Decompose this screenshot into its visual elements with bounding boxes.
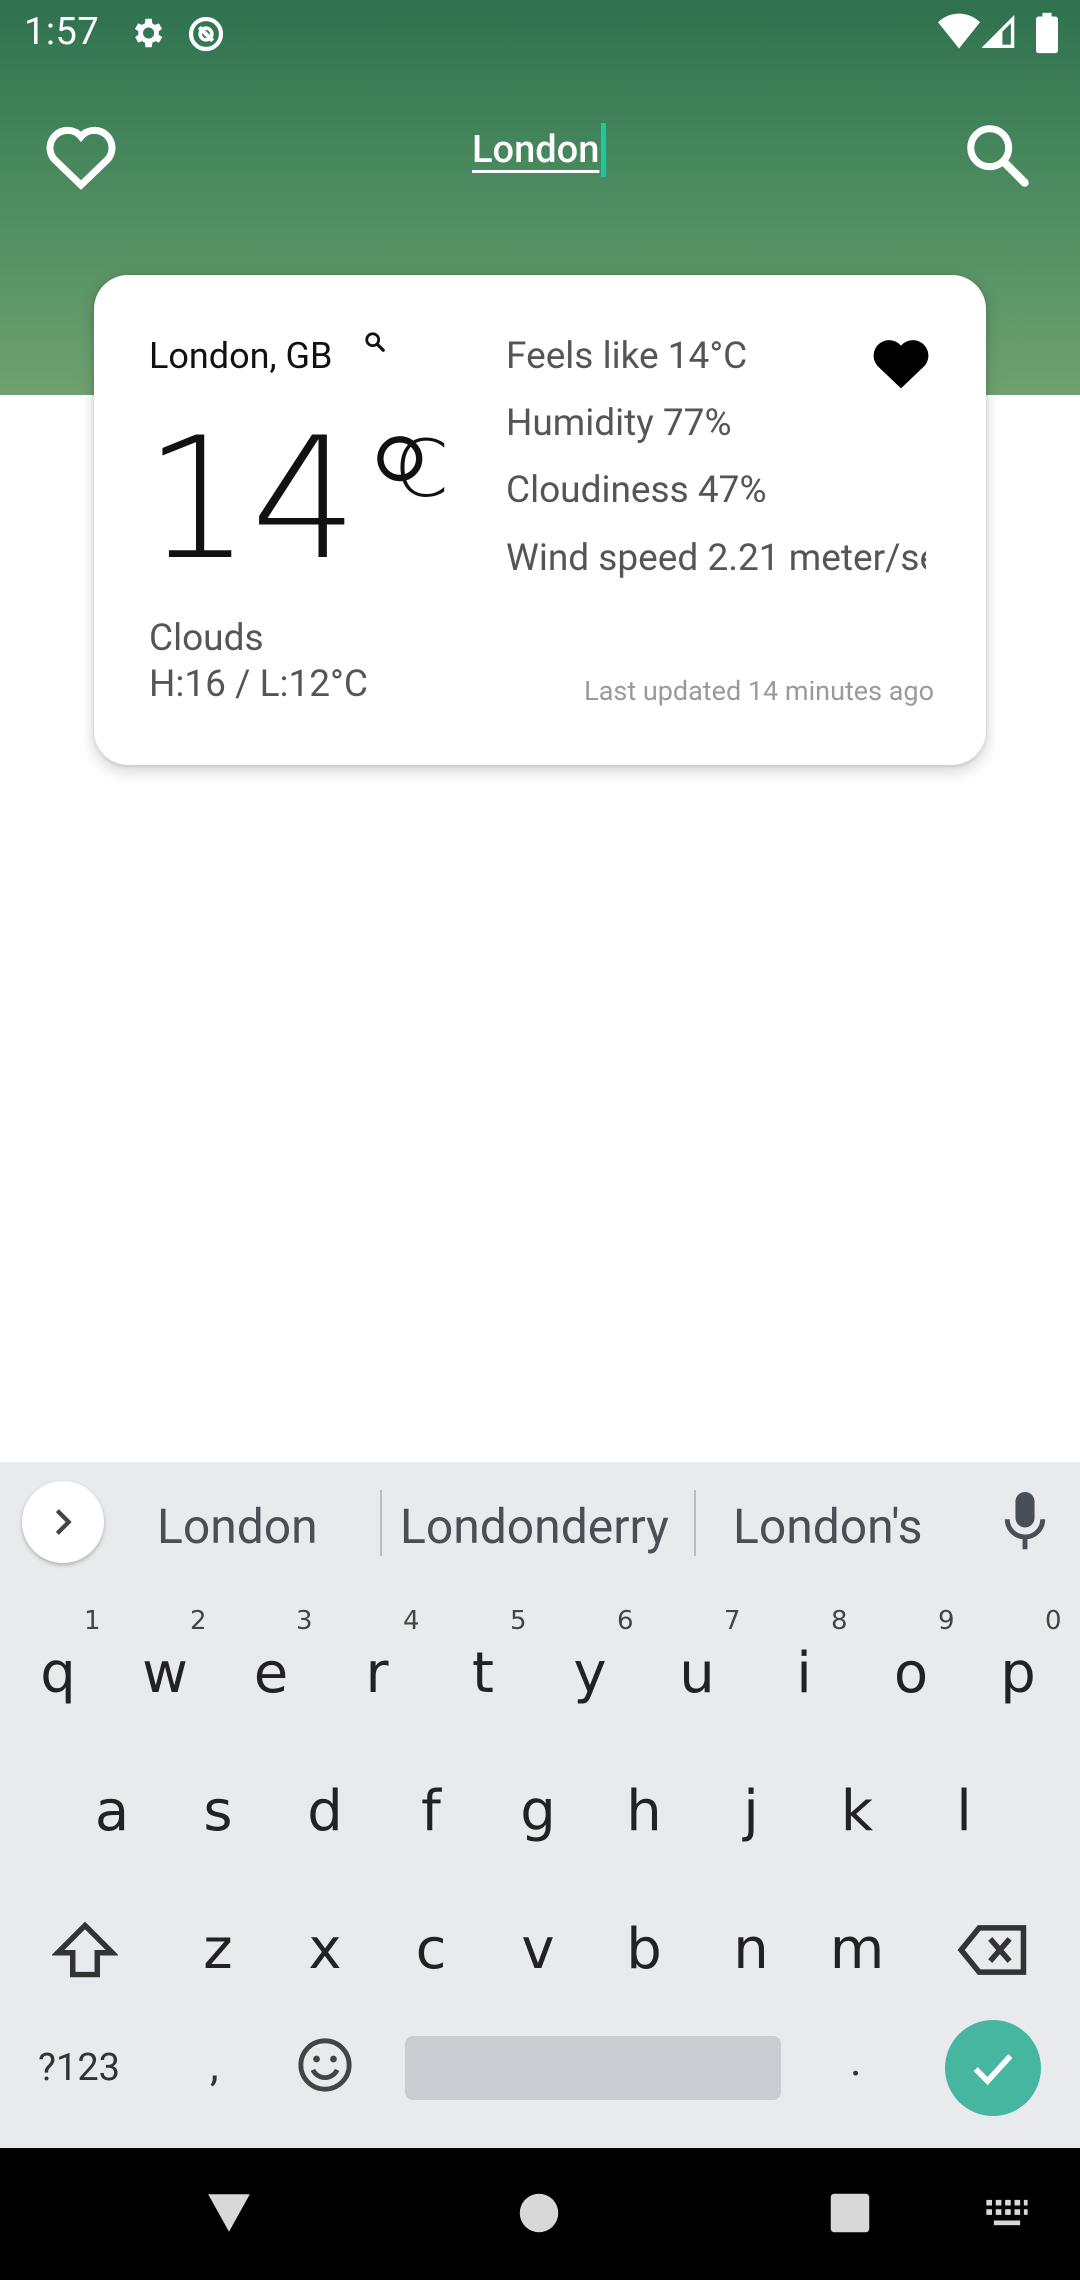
weather-card: London, GB 14° C Clouds H:16 / L:12°C Fe… <box>94 275 986 765</box>
settings-icon <box>128 14 166 56</box>
enter-key[interactable] <box>945 2020 1041 2116</box>
wind-speed-container: Wind speed 2.21 meter/sec <box>506 537 926 593</box>
keyboard-switch-button[interactable] <box>984 2198 1030 2232</box>
suggestion-divider <box>694 1490 696 1556</box>
emoji-icon <box>296 2038 354 2098</box>
comma-key[interactable]: , <box>210 2039 219 2091</box>
key-j[interactable]: j <box>701 1752 801 1872</box>
favorites-button[interactable] <box>38 112 124 198</box>
period-key[interactable]: . <box>850 2034 862 2086</box>
small-search-icon <box>364 331 386 357</box>
key-hint-0: 0 <box>1045 1606 1062 1636</box>
back-button[interactable] <box>204 2190 254 2240</box>
back-triangle-icon <box>204 2194 254 2240</box>
app-root: 1:57 London London, GB 14° C Clouds H:16… <box>0 0 1080 2280</box>
backspace-key[interactable] <box>943 1890 1043 2010</box>
recents-square-icon <box>829 2193 871 2238</box>
key-g[interactable]: g <box>488 1752 588 1872</box>
key-s[interactable]: s <box>168 1752 268 1872</box>
search-button[interactable] <box>954 112 1040 198</box>
favorite-toggle[interactable] <box>869 333 933 391</box>
keyboard-suggestion-strip: London Londonderry London's <box>0 1462 1080 1584</box>
suggestion-2[interactable]: Londonderry <box>400 1498 669 1555</box>
key-v[interactable]: v <box>488 1890 588 2010</box>
key-x[interactable]: x <box>275 1890 375 2010</box>
key-k[interactable]: k <box>807 1752 907 1872</box>
data-saver-icon <box>186 14 226 58</box>
keyboard: q w e r t y u i o p 1 2 3 4 5 6 7 8 9 0 … <box>0 1584 1080 2148</box>
suggestion-3[interactable]: London's <box>733 1498 923 1555</box>
key-a[interactable]: a <box>62 1752 162 1872</box>
key-hint-4: 4 <box>403 1606 420 1636</box>
suggestion-divider <box>380 1490 382 1556</box>
key-n[interactable]: n <box>701 1890 801 2010</box>
heart-filled-icon <box>869 340 933 395</box>
key-b[interactable]: b <box>594 1890 694 2010</box>
key-f[interactable]: f <box>381 1752 481 1872</box>
wifi-icon <box>938 12 980 54</box>
wind-speed: Wind speed 2.21 meter/sec <box>506 537 926 580</box>
battery-icon <box>1036 12 1058 58</box>
status-bar: 1:57 <box>0 0 1080 66</box>
text-cursor <box>601 123 607 177</box>
space-key[interactable] <box>405 2036 781 2100</box>
recents-button[interactable] <box>829 2192 871 2238</box>
top-app-bar: London <box>0 90 1080 210</box>
city-name: London, GB <box>149 335 333 377</box>
search-input[interactable]: London <box>472 120 607 180</box>
home-button[interactable] <box>518 2192 560 2238</box>
cloudiness: Cloudiness 47% <box>506 469 767 512</box>
high-low-temperature: H:16 / L:12°C <box>149 663 368 706</box>
key-hint-6: 6 <box>617 1606 634 1636</box>
temperature-unit: C <box>394 425 449 515</box>
symbols-key[interactable]: ?123 <box>38 2046 120 2090</box>
feels-like: Feels like 14°C <box>506 335 748 378</box>
navigation-bar <box>0 2148 1080 2280</box>
status-time: 1:57 <box>24 10 100 54</box>
key-hint-1: 1 <box>84 1606 101 1636</box>
key-m[interactable]: m <box>807 1890 907 2010</box>
suggestions-expand-button[interactable] <box>22 1481 104 1563</box>
key-hint-7: 7 <box>724 1606 741 1636</box>
key-d[interactable]: d <box>275 1752 375 1872</box>
key-l[interactable]: l <box>914 1752 1014 1872</box>
key-hint-5: 5 <box>510 1606 527 1636</box>
search-query-text: London <box>472 128 600 172</box>
key-c[interactable]: c <box>381 1890 481 2010</box>
keyboard-icon <box>984 2199 1030 2232</box>
suggestion-1[interactable]: London <box>157 1498 318 1555</box>
key-hint-8: 8 <box>831 1606 848 1636</box>
last-updated: Last updated 14 minutes ago <box>584 675 934 707</box>
key-hint-3: 3 <box>296 1606 313 1636</box>
humidity: Humidity 77% <box>506 402 732 445</box>
emoji-key[interactable] <box>296 2036 354 2098</box>
shift-key[interactable] <box>35 1890 135 2010</box>
microphone-icon[interactable] <box>1002 1492 1048 1556</box>
key-h[interactable]: h <box>594 1752 694 1872</box>
cell-signal-icon <box>981 12 1016 54</box>
key-hint-2: 2 <box>190 1606 207 1636</box>
weather-condition: Clouds <box>149 617 264 660</box>
key-hint-9: 9 <box>938 1606 955 1636</box>
home-circle-icon <box>518 2193 560 2238</box>
key-z[interactable]: z <box>168 1890 268 2010</box>
